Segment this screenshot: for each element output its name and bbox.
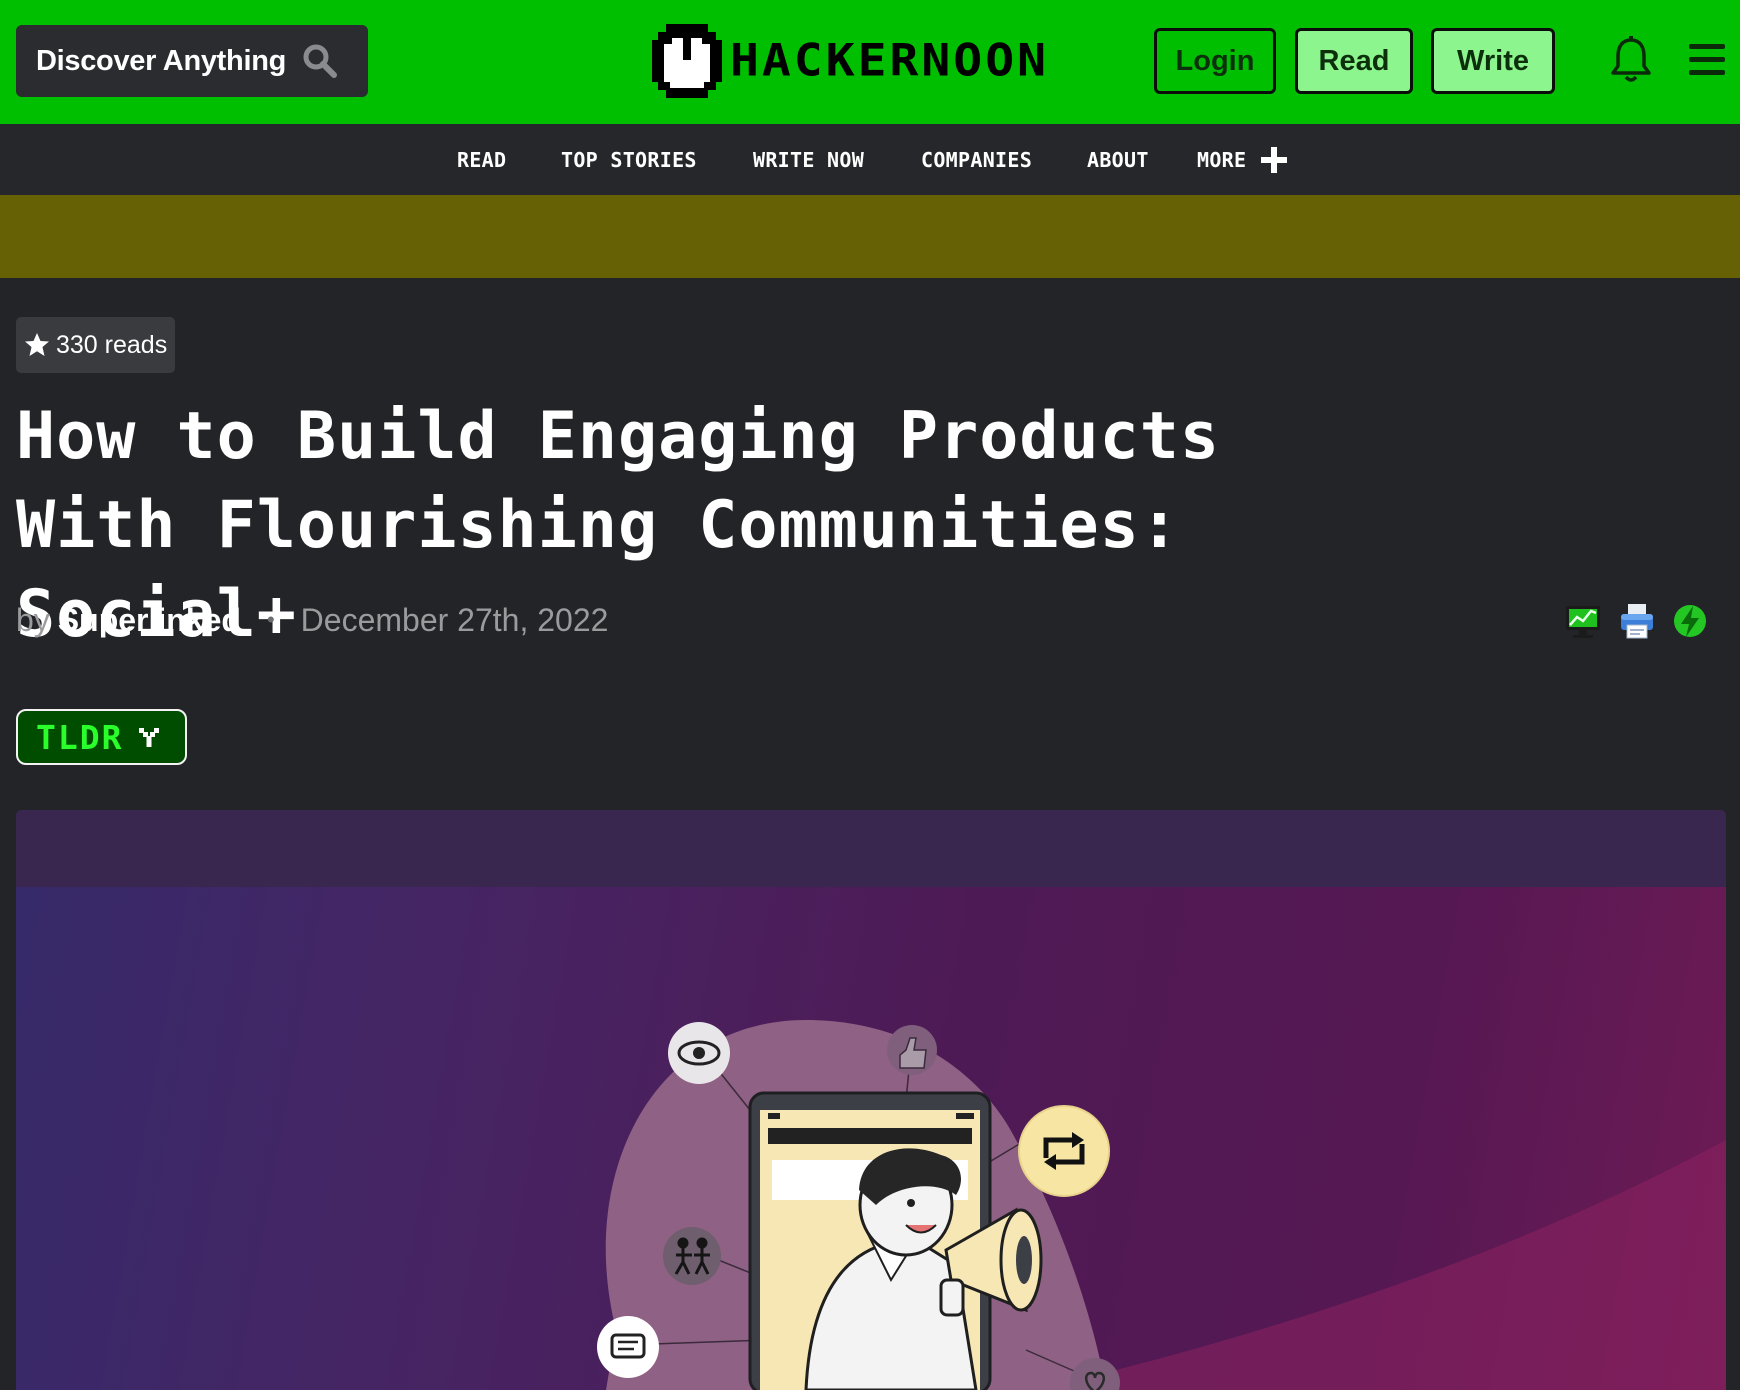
nav-more[interactable]: MORE [1197,124,1288,195]
byline-separator: • [266,607,275,632]
tldr-toggle[interactable]: TLDR [16,709,187,765]
write-button[interactable]: Write [1431,28,1555,94]
chevron-down-icon [139,728,160,747]
top-header: Discover Anything HACKERNOON Login Read … [0,0,1740,124]
nav-read[interactable]: READ [457,124,506,195]
nav-write-now[interactable]: WRITE NOW [753,124,864,195]
lightning-icon[interactable] [1672,601,1708,641]
tldr-label: TLDR [36,717,124,757]
hero-illustration [597,1020,1726,1390]
search-button[interactable]: Discover Anything [16,25,368,97]
ad-banner [0,195,1740,278]
plus-icon [1261,146,1288,173]
nav-companies[interactable]: COMPANIES [921,124,1032,195]
search-icon [302,43,338,79]
nav-more-label: MORE [1197,147,1247,172]
hackernoon-wordmark: HACKERNOON [730,35,1049,87]
read-button[interactable]: Read [1295,28,1413,94]
hamburger-menu-icon[interactable] [1687,40,1727,80]
hero-image [16,810,1726,1390]
hackernoon-logo[interactable]: HACKERNOON [652,22,1049,100]
author-link[interactable]: Superlinked [58,602,241,639]
main-nav: READ TOP STORIES WRITE NOW COMPANIES ABO… [0,124,1740,195]
reads-count: 330 reads [56,330,168,359]
bell-icon[interactable] [1608,36,1654,84]
reads-badge: 330 reads [16,317,176,373]
publish-date: December 27th, 2022 [300,601,609,638]
byline-by: by [16,601,50,638]
star-icon [25,333,49,356]
print-icon[interactable] [1618,601,1656,641]
hackernoon-logo-icon [652,24,722,98]
search-label: Discover Anything [36,44,287,77]
screen-mode-icon[interactable] [1564,601,1602,641]
nav-top-stories[interactable]: TOP STORIES [561,124,697,195]
byline: by Superlinked • December 27th, 2022 [16,598,608,642]
nav-about[interactable]: ABOUT [1087,124,1149,195]
login-button[interactable]: Login [1154,28,1276,94]
